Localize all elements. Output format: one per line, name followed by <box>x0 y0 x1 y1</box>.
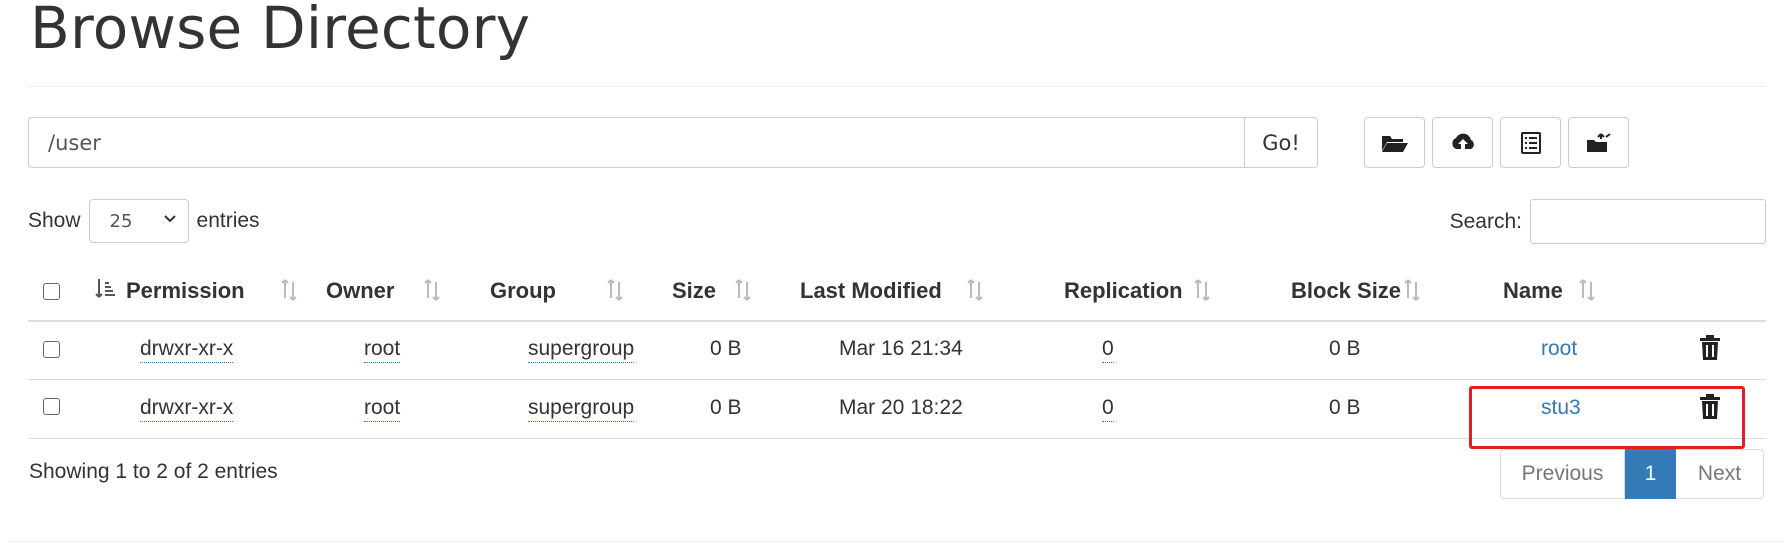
annotation-highlight-box <box>1469 386 1745 449</box>
row-checkbox[interactable] <box>43 341 60 358</box>
cloud-upload-icon <box>1451 133 1474 150</box>
group-cell[interactable]: supergroup <box>528 337 635 363</box>
sort-both-icon[interactable] <box>732 276 754 309</box>
search-box: Search: <box>1450 199 1766 244</box>
trash-icon[interactable] <box>1699 335 1721 361</box>
owner-cell[interactable]: root <box>364 337 401 363</box>
sort-both-icon[interactable] <box>1401 276 1423 309</box>
length-prefix: Show <box>28 209 81 232</box>
previous-page-button[interactable]: Previous <box>1500 449 1625 499</box>
table-header: Permission Owner Group Size Last Modifie… <box>28 270 1766 322</box>
move-button[interactable] <box>1568 117 1629 168</box>
search-label: Search: <box>1449 209 1522 233</box>
column-header-size[interactable]: Size <box>672 278 716 304</box>
path-input[interactable] <box>28 117 1244 168</box>
column-header-name[interactable]: Name <box>1503 278 1563 304</box>
size-cell: 0 B <box>710 337 742 360</box>
upload-button[interactable] <box>1432 117 1493 168</box>
group-cell[interactable]: supergroup <box>528 396 635 422</box>
page-1-button[interactable]: 1 <box>1625 449 1676 499</box>
sort-both-icon[interactable] <box>964 276 986 309</box>
sort-both-icon[interactable] <box>604 276 626 309</box>
last-modified-cell: Mar 20 18:22 <box>839 396 963 419</box>
size-cell: 0 B <box>710 396 742 419</box>
entries-select[interactable]: 25 <box>88 199 189 243</box>
search-input[interactable] <box>1530 199 1766 244</box>
permission-cell[interactable]: drwxr-xr-x <box>140 396 234 422</box>
length-menu: Show 25 entries <box>28 199 260 243</box>
folder-move-icon <box>1586 132 1611 152</box>
path-bar: Go! <box>28 117 1318 168</box>
sort-asc-icon[interactable] <box>93 276 117 304</box>
chevron-down-icon <box>163 215 176 223</box>
replication-cell[interactable]: 0 <box>1102 396 1114 422</box>
column-header-block-size[interactable]: Block Size <box>1291 278 1401 304</box>
name-link[interactable]: root <box>1541 337 1577 361</box>
owner-cell[interactable]: root <box>364 396 401 422</box>
block-size-cell: 0 B <box>1329 396 1361 419</box>
list-alt-icon <box>1520 131 1541 154</box>
table-info: Showing 1 to 2 of 2 entries <box>29 460 278 483</box>
last-modified-cell: Mar 16 21:34 <box>839 337 963 360</box>
next-page-button[interactable]: Next <box>1676 449 1764 499</box>
entries-select-value: 25 <box>109 210 133 232</box>
row-checkbox[interactable] <box>43 398 60 415</box>
length-suffix: entries <box>196 209 260 232</box>
block-size-cell: 0 B <box>1329 337 1361 360</box>
toolbar <box>1364 117 1629 168</box>
folder-open-icon <box>1381 135 1408 152</box>
sort-both-icon[interactable] <box>421 276 443 309</box>
sort-both-icon[interactable] <box>278 276 300 309</box>
select-all-checkbox[interactable] <box>43 283 60 300</box>
column-header-last-modified[interactable]: Last Modified <box>800 278 942 304</box>
column-header-replication[interactable]: Replication <box>1064 278 1183 304</box>
footer-divider <box>8 541 1784 542</box>
column-header-owner[interactable]: Owner <box>326 278 394 304</box>
table-row: drwxr-xr-x root supergroup 0 B Mar 16 21… <box>28 321 1766 380</box>
create-directory-button[interactable] <box>1364 117 1425 168</box>
column-header-group[interactable]: Group <box>490 278 556 304</box>
page-title: Browse Directory <box>30 0 531 62</box>
sort-both-icon[interactable] <box>1576 276 1598 309</box>
permission-cell[interactable]: drwxr-xr-x <box>140 337 234 363</box>
title-divider <box>28 86 1766 87</box>
list-view-button[interactable] <box>1500 117 1561 168</box>
go-button[interactable]: Go! <box>1244 117 1318 168</box>
column-header-permission[interactable]: Permission <box>126 278 245 304</box>
replication-cell[interactable]: 0 <box>1102 337 1114 363</box>
sort-both-icon[interactable] <box>1191 276 1213 309</box>
pagination: Previous 1 Next <box>1500 449 1764 499</box>
